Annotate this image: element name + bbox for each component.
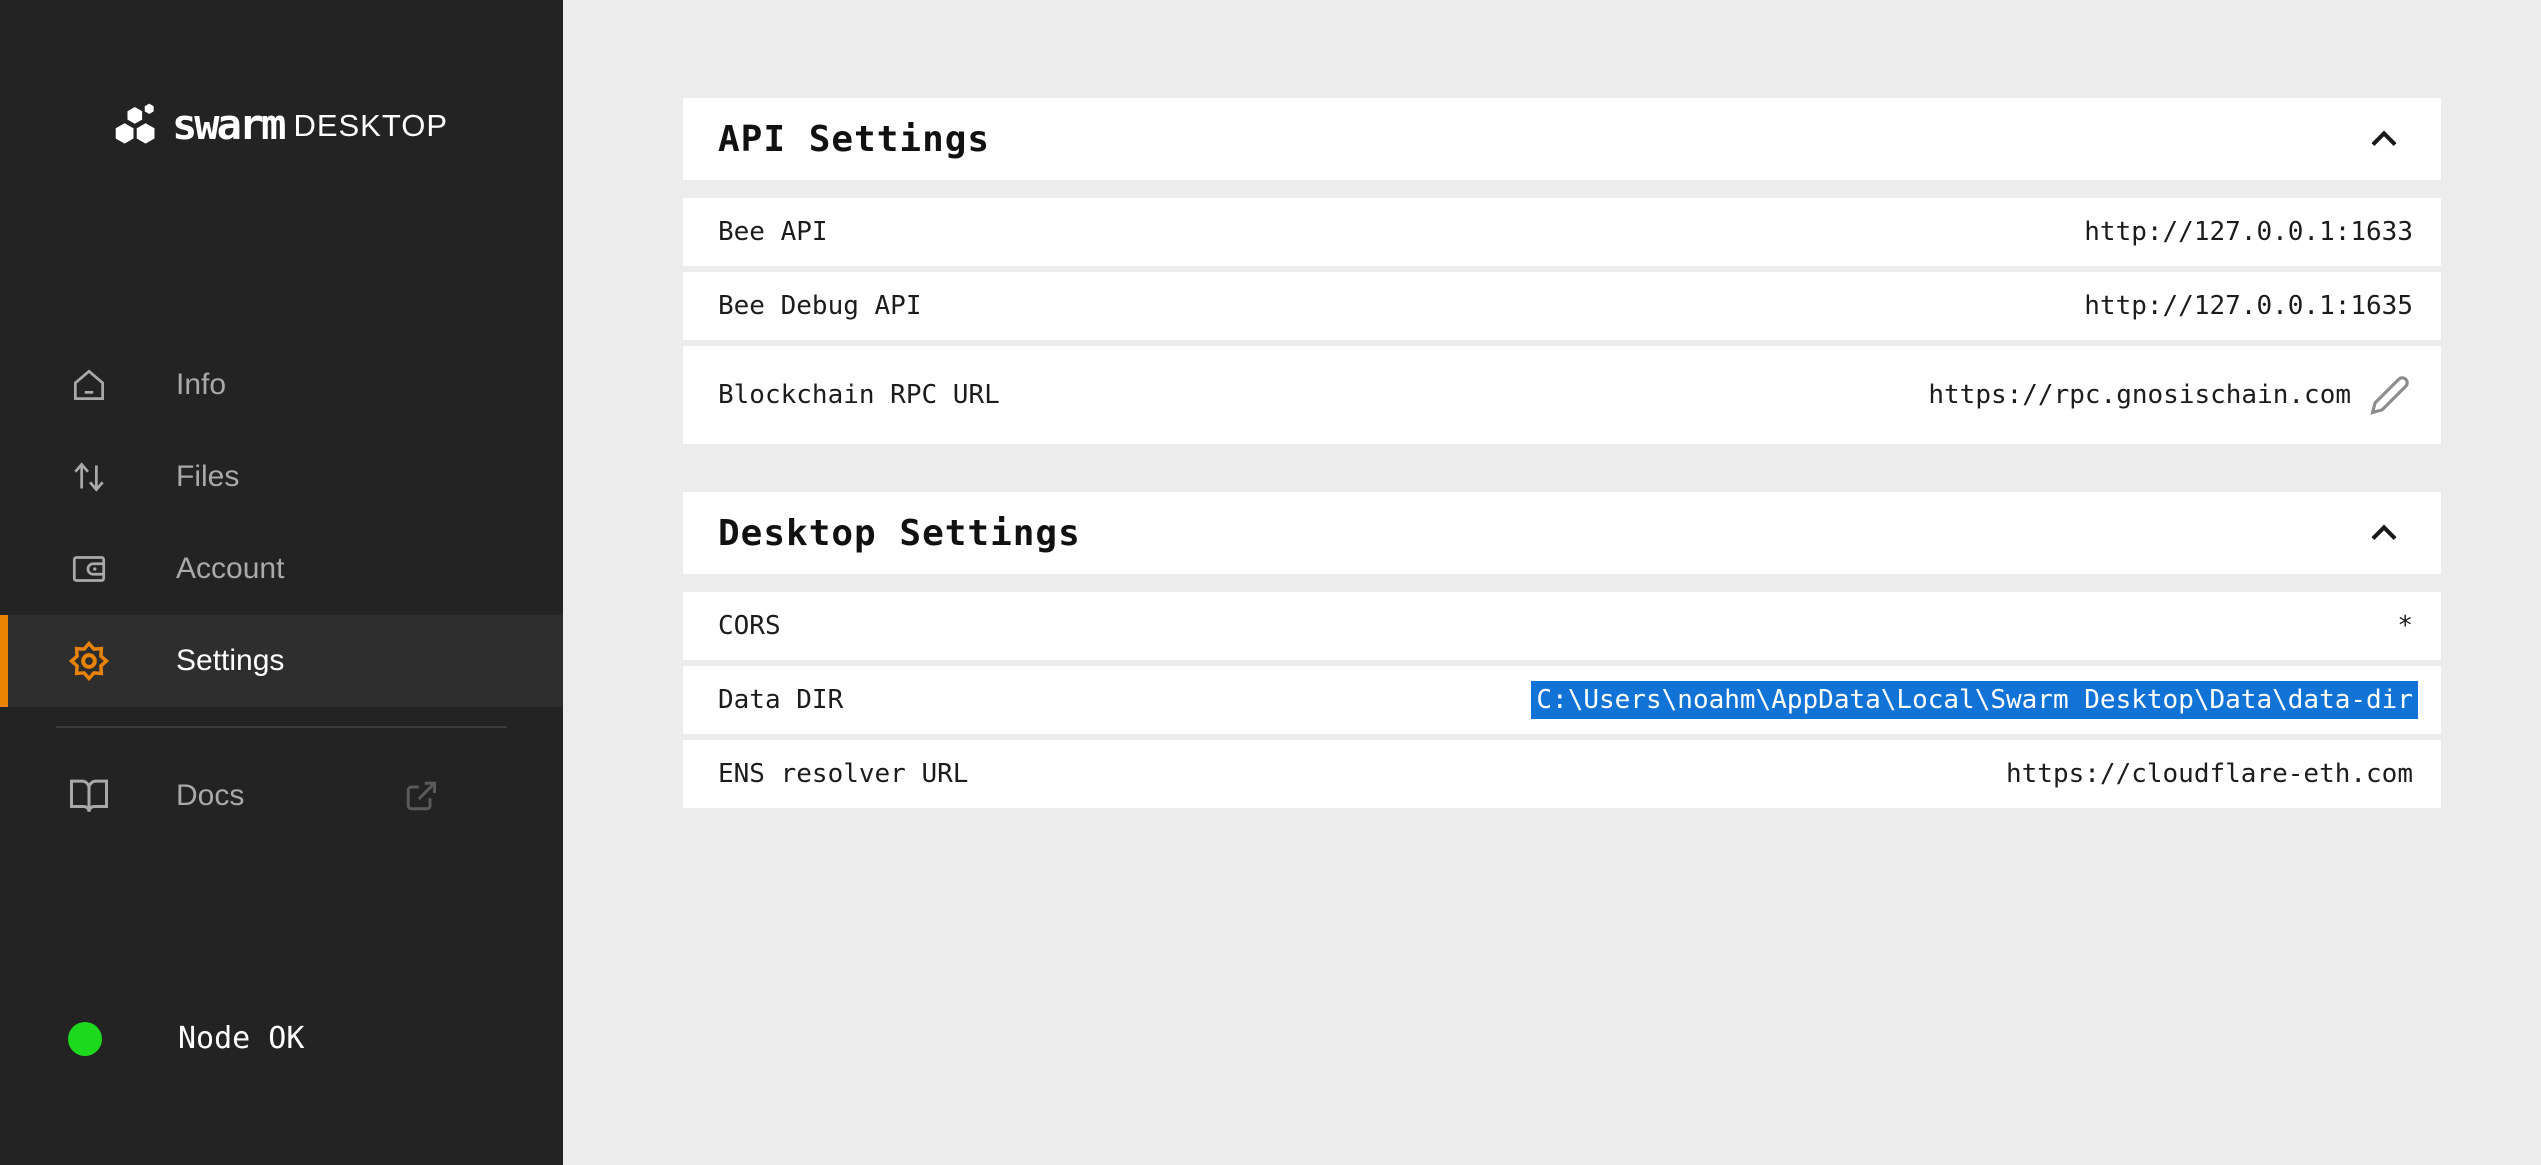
row-value: https://rpc.gnosischain.com [1928,380,2351,410]
sidebar-item-label: Docs [176,779,244,813]
settings-page: API Settings Bee API http://127.0.0.1:16… [563,0,2541,1165]
app-window: swarm DESKTOP Info [0,0,2541,1165]
sidebar-divider [56,726,507,728]
row-value-selected-text[interactable]: C:\Users\noahm\AppData\Local\Swarm Deskt… [1531,681,2418,719]
sidebar-item-info[interactable]: Info [0,339,563,431]
row-value: http://127.0.0.1:1633 [2084,217,2413,247]
logo-text-secondary: DESKTOP [293,108,448,144]
gear-icon [68,640,110,682]
swarm-hexagons-icon [112,101,160,149]
sidebar-item-label: Settings [176,644,284,678]
row-value: * [2397,611,2413,641]
sidebar-nav: Info Files [0,339,563,707]
sidebar-item-settings[interactable]: Settings [0,615,563,707]
row-value: https://cloudflare-eth.com [2006,759,2413,789]
chevron-up-icon[interactable] [2365,514,2403,552]
sidebar: swarm DESKTOP Info [0,0,563,1165]
section-header-api[interactable]: API Settings [683,98,2441,180]
external-link-icon[interactable] [403,778,439,814]
chevron-up-icon[interactable] [2365,120,2403,158]
settings-row-data-dir: Data DIR C:\Users\noahm\AppData\Local\Sw… [683,666,2441,734]
arrows-up-down-icon [68,456,110,498]
row-label: Data DIR [718,685,843,715]
sidebar-item-docs[interactable]: Docs [0,750,563,842]
settings-row-bee-api: Bee API http://127.0.0.1:1633 [683,198,2441,266]
section-title: API Settings [718,119,990,160]
status-label: Node OK [178,1021,304,1056]
sidebar-item-label: Files [176,460,239,494]
row-label: ENS resolver URL [718,759,968,789]
section-api-settings: API Settings Bee API http://127.0.0.1:16… [683,98,2441,444]
sidebar-item-account[interactable]: Account [0,523,563,615]
section-title: Desktop Settings [718,513,1081,554]
settings-row-ens-resolver-url: ENS resolver URL https://cloudflare-eth.… [683,740,2441,808]
section-desktop-settings: Desktop Settings CORS * Data DIR C:\User… [683,492,2441,808]
row-label: Bee Debug API [718,291,922,321]
sidebar-item-label: Account [176,552,284,586]
row-label: Blockchain RPC URL [718,380,1000,410]
settings-row-bee-debug-api: Bee Debug API http://127.0.0.1:1635 [683,272,2441,340]
row-value: http://127.0.0.1:1635 [2084,291,2413,321]
section-header-desktop[interactable]: Desktop Settings [683,492,2441,574]
wallet-icon [68,548,110,590]
edit-rpc-url-button[interactable] [2369,374,2411,416]
settings-row-cors: CORS * [683,592,2441,660]
row-label: Bee API [718,217,828,247]
row-label: CORS [718,611,781,641]
home-icon [68,364,110,406]
logo-text-primary: swarm [172,100,283,149]
app-logo: swarm DESKTOP [112,100,448,149]
sidebar-item-label: Info [176,368,226,402]
sidebar-item-files[interactable]: Files [0,431,563,523]
settings-row-blockchain-rpc-url: Blockchain RPC URL https://rpc.gnosischa… [683,346,2441,444]
book-open-icon [68,775,110,817]
status-dot [68,1022,102,1056]
node-status: Node OK [68,1021,563,1056]
